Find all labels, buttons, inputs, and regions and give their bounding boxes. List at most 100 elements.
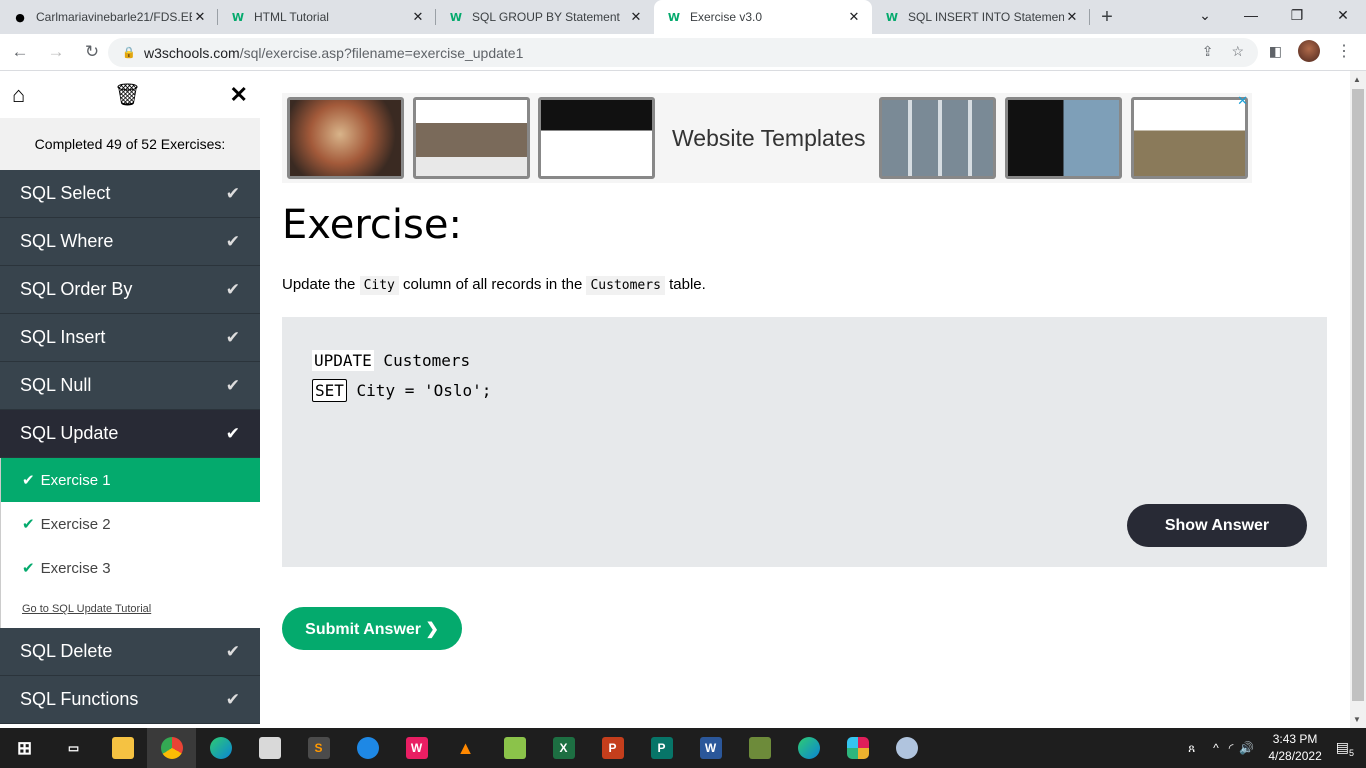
task-view-icon[interactable]: ▭ [49,728,98,768]
ad-thumbnail[interactable] [879,97,996,179]
excel-icon[interactable]: X [539,728,588,768]
back-icon[interactable]: ← [4,36,36,68]
ad-thumbnail[interactable] [1131,97,1248,179]
browser-tab-insert-into[interactable]: W SQL INSERT INTO Statement ✕ [872,0,1090,34]
minimize-icon[interactable]: — [1228,0,1274,30]
edge-icon[interactable] [784,728,833,768]
window-controls: ⌄ — ❐ ✕ [1182,0,1366,34]
vlc-icon[interactable]: ▲ [441,728,490,768]
sidebar-item-label: SQL Update [20,423,119,443]
close-ad-icon[interactable]: ✕ [1237,93,1248,109]
notification-icon[interactable]: ▤5 [1336,739,1354,758]
side-panel-icon[interactable]: ◧ [1269,43,1282,60]
checkmark-icon: ✔ [225,689,240,709]
word-icon[interactable]: W [686,728,735,768]
file-explorer-icon[interactable] [98,728,147,768]
page-scrollbar[interactable]: ▲ ▼ [1350,71,1366,728]
new-tab-button[interactable]: + [1090,0,1124,34]
file-manager-icon[interactable] [245,728,294,768]
app-icon[interactable]: W [392,728,441,768]
tab-search-icon[interactable]: ⌄ [1182,0,1228,30]
close-icon[interactable]: ✕ [410,9,426,25]
close-icon[interactable]: ✕ [192,9,208,25]
scroll-up-icon[interactable]: ▲ [1353,75,1361,84]
sublime-text-icon[interactable]: S [294,728,343,768]
sidebar-item-sql-select[interactable]: SQL Select ✔ [0,170,260,218]
sidebar-item-sql-null[interactable]: SQL Null ✔ [0,362,260,410]
exercise-link-1[interactable]: ✔ Exercise 1 [1,458,260,502]
url-path: /sql/exercise.asp?filename=exercise_upda… [239,44,524,61]
close-icon[interactable]: ✕ [230,82,248,108]
chrome-icon[interactable] [147,728,196,768]
scroll-down-icon[interactable]: ▼ [1353,715,1361,724]
edge-icon[interactable] [196,728,245,768]
profile-avatar[interactable] [1298,40,1320,62]
close-icon[interactable]: ✕ [846,9,862,25]
chevron-up-icon[interactable]: ^ [1213,741,1219,755]
tab-title: HTML Tutorial [254,10,329,24]
chrome-menu-icon[interactable]: ⋮ [1336,41,1352,61]
clock[interactable]: 3:43 PM 4/28/2022 [1268,731,1321,765]
wifi-icon[interactable]: ◜ [1229,741,1234,755]
url-bar[interactable]: 🔒 w3schools.com/sql/exercise.asp?filenam… [108,38,1258,67]
code-text: Customers [373,351,471,370]
slack-icon[interactable] [833,728,882,768]
ad-thumbnail[interactable] [287,97,404,179]
windows-start-icon[interactable]: ⊞ [0,728,49,768]
sidebar-item-sql-where[interactable]: SQL Where ✔ [0,218,260,266]
submit-answer-button[interactable]: Submit Answer ❯ [282,607,462,650]
sidebar-item-sql-functions[interactable]: SQL Functions ✔ [0,676,260,724]
date: 4/28/2022 [1268,749,1322,763]
sidebar-item-sql-insert[interactable]: SQL Insert ✔ [0,314,260,362]
ad-thumbnail[interactable] [413,97,530,179]
app-icon[interactable] [490,728,539,768]
github-icon: ● [15,10,25,24]
powerpoint-icon[interactable]: P [588,728,637,768]
forward-icon[interactable]: → [40,36,72,68]
w3schools-icon: W [449,10,463,24]
windows-taskbar: ⊞ ▭ S W ▲ X P P W ጸ ^ ◜ 🔊 3:43 PM 4/28/2… [0,728,1366,768]
address-toolbar: ← → ↻ 🔒 w3schools.com/sql/exercise.asp?f… [0,34,1366,71]
close-window-icon[interactable]: ✕ [1320,0,1366,30]
home-icon[interactable]: ⌂ [12,82,25,108]
checkmark-icon: ✔ [225,375,240,395]
browser-tab-github[interactable]: ● Carlmariavinebarle21/FDS.EB ✕ [0,0,218,34]
trash-icon[interactable]: 🗑 [113,82,141,108]
app-icon[interactable] [735,728,784,768]
app-icon[interactable] [343,728,392,768]
ad-banner[interactable]: Website Templates ✕ [282,93,1252,183]
desc-text: table. [664,276,706,293]
sidebar-item-sql-delete[interactable]: SQL Delete ✔ [0,628,260,676]
tab-title: Exercise v3.0 [690,10,763,24]
people-icon[interactable]: ጸ [1188,741,1195,756]
ad-thumbnail[interactable] [538,97,655,179]
answer-input-set[interactable]: SET [312,379,347,402]
bookmark-star-icon[interactable]: ☆ [1231,43,1244,60]
sidebar-item-label: SQL Functions [20,689,139,709]
ad-thumbnail[interactable] [1005,97,1122,179]
ad-text: Website Templates [672,125,866,151]
exercise-link-2[interactable]: ✔ Exercise 2 [1,502,260,546]
sidebar-item-sql-update[interactable]: SQL Update ✔ [0,410,260,458]
tutorial-link[interactable]: Go to SQL Update Tutorial [1,590,260,628]
reload-icon[interactable]: ↻ [76,36,108,68]
publisher-icon[interactable]: P [637,728,686,768]
show-answer-button[interactable]: Show Answer [1127,504,1307,547]
restore-icon[interactable]: ❐ [1274,0,1320,30]
exercise-sidebar: ⌂ 🗑 ✕ Completed 49 of 52 Exercises: SQL … [0,71,260,728]
scrollbar-thumb[interactable] [1352,89,1364,701]
sidebar-item-sql-order-by[interactable]: SQL Order By ✔ [0,266,260,314]
notification-count: 5 [1348,747,1354,758]
browser-tab-exercise[interactable]: W Exercise v3.0 ✕ [654,0,872,34]
exercise-link-3[interactable]: ✔ Exercise 3 [1,546,260,590]
browser-tab-group-by[interactable]: W SQL GROUP BY Statement ✕ [436,0,654,34]
exercise-description: Update the City column of all records in… [282,276,706,295]
close-icon[interactable]: ✕ [1064,9,1080,25]
tab-title: SQL INSERT INTO Statement [908,10,1064,24]
volume-icon[interactable]: 🔊 [1239,741,1254,755]
paint-icon[interactable] [882,728,931,768]
browser-tab-html-tutorial[interactable]: W HTML Tutorial ✕ [218,0,436,34]
close-icon[interactable]: ✕ [628,9,644,25]
sidebar-item-label: SQL Null [20,375,92,395]
share-icon[interactable]: ⇪ [1202,43,1214,60]
